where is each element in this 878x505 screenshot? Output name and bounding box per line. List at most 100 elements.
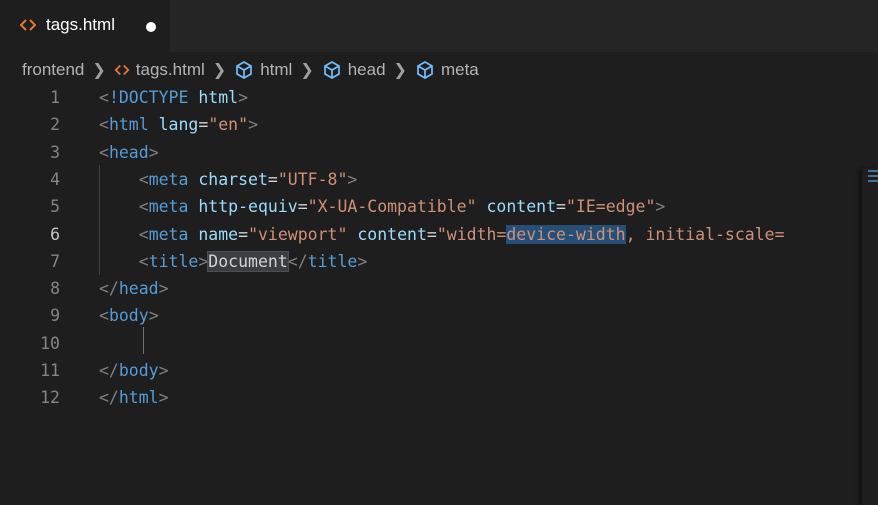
code-line[interactable]: 3 <head> xyxy=(0,139,878,166)
minimap-marker xyxy=(868,180,878,182)
code-token: name xyxy=(198,224,239,244)
code-token: "en" xyxy=(208,115,249,135)
chevron-right-icon: ❯ xyxy=(393,62,407,79)
code-line[interactable]: 8 </head> xyxy=(0,275,878,302)
code-token: < xyxy=(138,197,149,217)
code-token: > xyxy=(238,88,249,107)
code-token: < xyxy=(138,169,149,189)
code-token: meta xyxy=(148,169,189,189)
minimap-marker xyxy=(868,170,878,172)
breadcrumb-symbol-html[interactable]: html xyxy=(234,60,292,80)
code-line[interactable]: 4 <meta charset="UTF-8"> xyxy=(0,166,878,193)
code-token: > xyxy=(655,197,666,217)
code-text: </head> xyxy=(99,275,169,302)
code-token: > xyxy=(198,251,209,271)
line-number: 5 xyxy=(50,197,60,217)
code-token: title xyxy=(148,251,199,271)
tab-tags-html[interactable]: tags.html xyxy=(0,0,170,52)
cube-symbol-icon xyxy=(417,61,433,79)
code-text: </html> xyxy=(99,384,169,411)
vertical-scrollbar[interactable] xyxy=(862,168,878,505)
code-token: < xyxy=(99,115,109,135)
code-token: body xyxy=(118,361,159,380)
code-token: "viewport" xyxy=(248,224,348,244)
code-token: < xyxy=(99,142,109,162)
code-token: http-equiv xyxy=(198,197,298,217)
html-file-icon xyxy=(19,16,37,39)
chevron-right-icon: ❯ xyxy=(212,62,227,79)
tab-label: tags.html xyxy=(46,15,115,34)
tab-bar: tags.html xyxy=(0,0,878,52)
code-token: content xyxy=(486,197,557,217)
breadcrumb-file[interactable]: tags.html xyxy=(114,60,205,80)
code-text: <!DOCTYPE html> xyxy=(99,84,248,111)
code-text: </body> xyxy=(99,357,169,384)
unsaved-dot-icon[interactable] xyxy=(146,22,156,32)
code-token: > xyxy=(148,306,159,326)
code-token: > xyxy=(347,169,358,189)
code-text: <body> xyxy=(99,302,159,329)
code-line[interactable]: 9 <body> xyxy=(0,302,878,329)
code-text: <meta name="viewport" content="width=dev… xyxy=(99,221,785,248)
code-token: = xyxy=(267,169,278,189)
code-line[interactable]: 10 xyxy=(0,330,878,357)
line-number: 1 xyxy=(50,88,60,107)
code-token: html xyxy=(198,88,239,107)
line-number: 6 xyxy=(50,224,60,244)
code-text: <meta http-equiv="X-UA-Compatible" conte… xyxy=(99,193,666,220)
line-number: 11 xyxy=(40,361,60,380)
text-cursor xyxy=(143,327,144,354)
code-token: < xyxy=(138,224,149,244)
breadcrumb-folder[interactable]: frontend xyxy=(22,60,84,80)
code-token: = xyxy=(556,197,566,217)
code-token: = xyxy=(426,224,437,244)
breadcrumb-folder-label: frontend xyxy=(22,60,85,79)
code-text: <head> xyxy=(99,139,159,166)
code-token: Document xyxy=(207,250,289,272)
code-token: "UTF-8" xyxy=(277,169,348,189)
code-token: </ xyxy=(99,279,119,299)
code-token: charset xyxy=(198,169,268,189)
line-number: 7 xyxy=(50,251,60,271)
code-line[interactable]: 11 </body> xyxy=(0,357,878,384)
breadcrumb-symbol-meta[interactable]: meta xyxy=(415,60,479,80)
code-line[interactable]: 6 <meta name="viewport" content="width=d… xyxy=(0,221,878,248)
minimap-marker xyxy=(868,175,878,177)
code-token: = xyxy=(238,224,249,244)
code-text: <meta charset="UTF-8"> xyxy=(99,166,358,193)
code-editor[interactable]: 12 </html> 11 </body> 10 9 <body> 8 </head> 7 <ti… xyxy=(0,84,878,505)
code-token: "IE=edge" xyxy=(565,197,656,217)
code-line[interactable]: 7 <title>Document</title> xyxy=(0,248,878,275)
cube-symbol-icon xyxy=(323,61,340,79)
breadcrumb-symbol-head[interactable]: head xyxy=(322,60,386,80)
breadcrumb: frontend ❯ tags.html ❯ html ❯ head ❯ met… xyxy=(0,56,878,84)
line-number: 2 xyxy=(50,115,60,135)
code-token: > xyxy=(158,279,169,299)
code-token: meta xyxy=(148,197,189,217)
code-token: > xyxy=(357,251,368,271)
code-token: !DOCTYPE xyxy=(108,88,189,107)
code-token: meta xyxy=(148,224,189,244)
code-line[interactable]: 2 <html lang="en"> xyxy=(0,111,878,138)
line-number: 9 xyxy=(50,306,60,326)
cube-symbol-icon xyxy=(236,61,253,79)
code-token: </ xyxy=(287,251,308,271)
code-line[interactable]: 1 <!DOCTYPE html> xyxy=(0,84,878,111)
breadcrumb-symbol-label: head xyxy=(347,60,386,79)
code-token: < xyxy=(99,88,109,107)
code-token: html xyxy=(108,115,149,135)
line-number: 8 xyxy=(50,279,60,299)
code-token: "X-UA-Compatible" xyxy=(307,197,477,217)
code-line[interactable]: 5 <meta http-equiv="X-UA-Compatible" con… xyxy=(0,193,878,220)
code-line[interactable]: 12 </html> xyxy=(0,384,878,411)
code-token: = xyxy=(297,197,308,217)
code-token: < xyxy=(138,251,149,271)
breadcrumb-symbol-label: html xyxy=(260,60,293,79)
chevron-right-icon: ❯ xyxy=(92,62,106,79)
